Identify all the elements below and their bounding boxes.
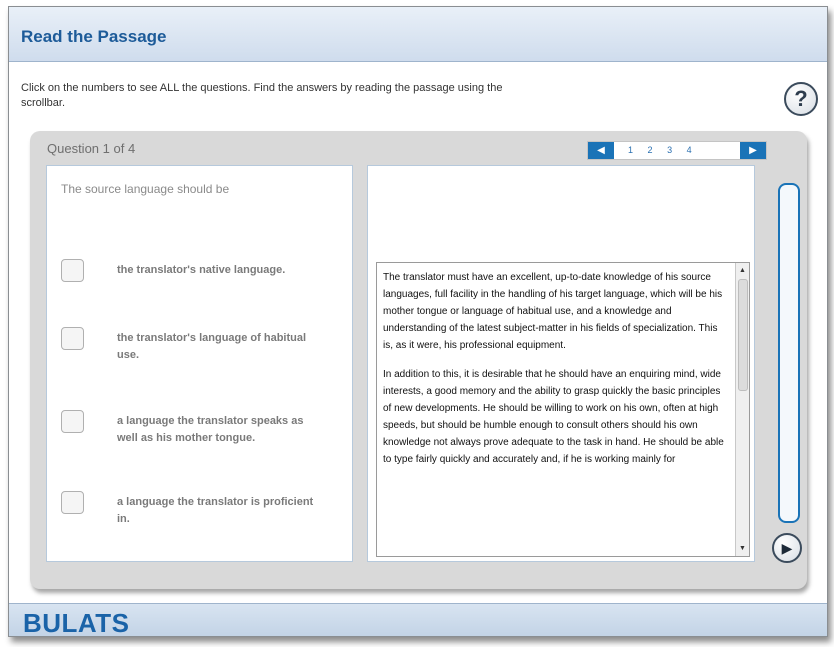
answer-label: a language the translator is proficient … (117, 496, 314, 525)
scrollbar-thumb[interactable] (738, 279, 748, 391)
next-button[interactable]: ▶ (772, 533, 802, 563)
help-icon: ? (794, 86, 808, 111)
page-title: Read the Passage (21, 27, 167, 46)
question-panel: Question 1 of 4 ◀ 1 2 3 4 ▶ The source l… (30, 131, 807, 589)
page-scrollbar[interactable] (778, 183, 800, 523)
answer-label: the translator's native language. (117, 264, 286, 276)
footer-bar: BULATS (9, 603, 827, 637)
passage-scroll-area[interactable]: The translator must have an excellent, u… (376, 262, 750, 557)
title-bar: Read the Passage (9, 7, 827, 62)
instructions-text: Click on the numbers to see ALL the ques… (21, 82, 503, 109)
passage-box: The translator must have an excellent, u… (367, 165, 755, 562)
answer-checkbox[interactable] (61, 259, 84, 282)
answer-checkbox[interactable] (61, 327, 84, 350)
passage-paragraph: The translator must have an excellent, u… (383, 272, 723, 351)
question-counter: Question 1 of 4 (47, 141, 136, 156)
scroll-up-icon[interactable]: ▲ (737, 265, 748, 276)
prev-question-button[interactable]: ◀ (588, 142, 614, 159)
question-link-2[interactable]: 2 (648, 145, 653, 155)
left-arrow-icon: ◀ (597, 145, 605, 156)
scroll-down-icon[interactable]: ▼ (737, 543, 748, 554)
question-navigator: ◀ 1 2 3 4 ▶ (587, 141, 767, 160)
answer-label: the translator's language of habitual us… (117, 332, 307, 361)
question-box: The source language should be the transl… (46, 165, 353, 562)
brand-logo: BULATS (23, 608, 130, 637)
question-link-3[interactable]: 3 (667, 145, 672, 155)
passage-text: The translator must have an excellent, u… (383, 269, 727, 480)
question-text: The source language should be (61, 182, 230, 196)
passage-paragraph: In addition to this, it is desirable tha… (383, 369, 724, 465)
question-link-1[interactable]: 1 (628, 145, 633, 155)
play-icon: ▶ (781, 539, 793, 556)
answer-checkbox[interactable] (61, 410, 84, 433)
right-arrow-icon: ▶ (749, 145, 757, 156)
test-window: Read the Passage Click on the numbers to… (8, 6, 828, 637)
passage-scrollbar[interactable]: ▲ ▼ (735, 263, 749, 556)
answer-checkbox[interactable] (61, 491, 84, 514)
next-question-button[interactable]: ▶ (740, 142, 766, 159)
question-link-4[interactable]: 4 (687, 145, 692, 155)
help-button[interactable]: ? (784, 82, 818, 116)
answer-label: a language the translator speaks as well… (117, 415, 304, 444)
question-numbers: 1 2 3 4 (628, 145, 704, 155)
